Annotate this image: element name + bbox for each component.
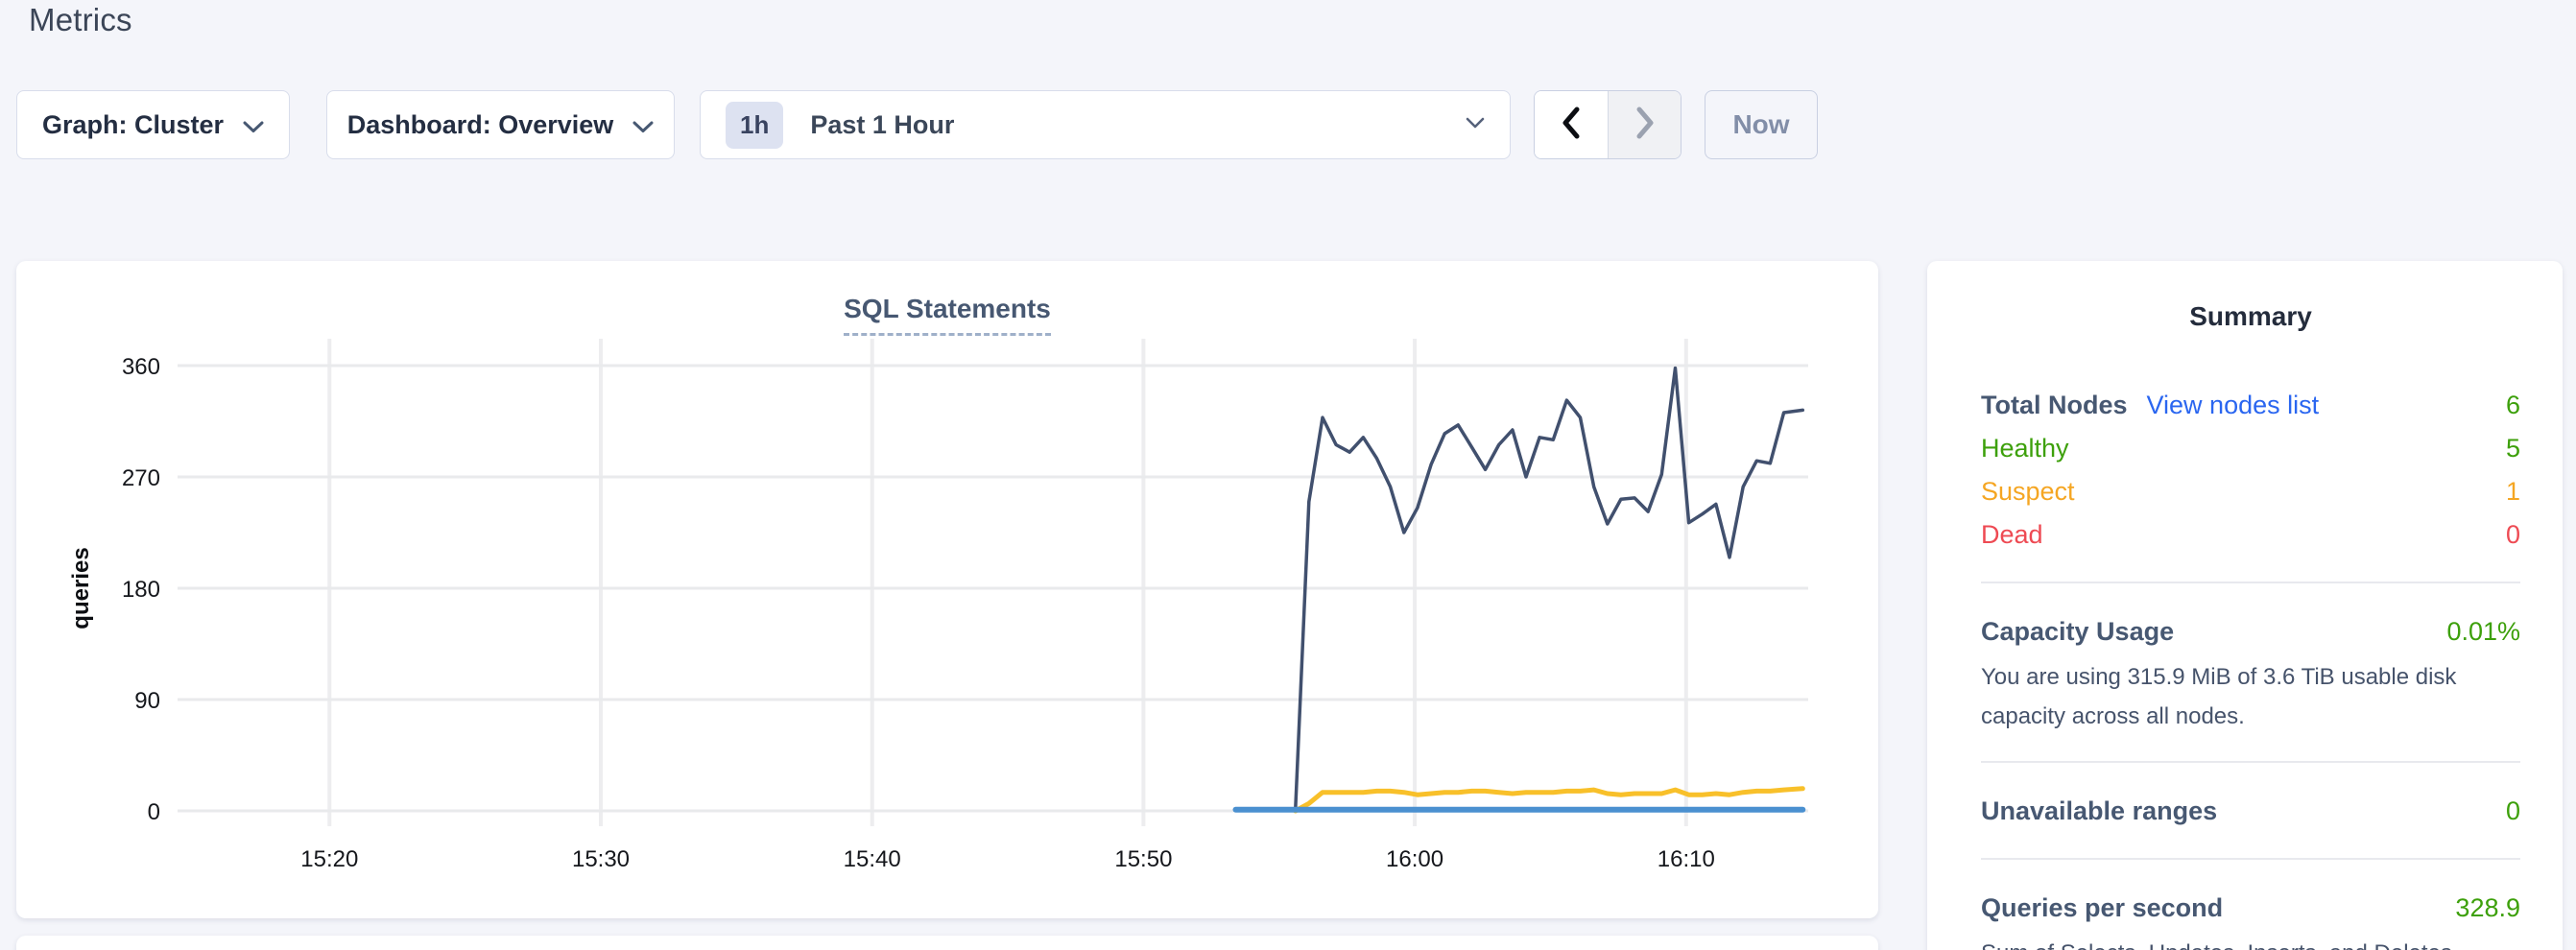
total-nodes-label: Total Nodes (1981, 384, 2128, 427)
sql-statements-chart-card: SQL Statements 0 90 180 270 360 15:20 15:30 15:… (16, 261, 1878, 918)
healthy-value: 5 (2506, 427, 2520, 470)
controls-bar: Graph: Cluster Dashboard: Overview 1h Pa… (16, 90, 1818, 159)
node-status-row: Healthy 5 (1981, 427, 2520, 470)
x-tick-label: 16:10 (1658, 846, 1715, 872)
y-tick-label: 360 (122, 354, 160, 380)
total-nodes-row: Total Nodes View nodes list 6 (1981, 384, 2520, 427)
suspect-label: Suspect (1981, 470, 2075, 513)
unavailable-ranges-label: Unavailable ranges (1981, 790, 2217, 833)
divider (1981, 761, 2520, 763)
previous-timespan-button[interactable] (1535, 91, 1608, 158)
next-timespan-button[interactable] (1608, 91, 1681, 158)
time-step-buttons (1534, 90, 1682, 159)
chevron-down-icon (1466, 116, 1485, 133)
chevron-down-icon (632, 110, 654, 140)
timescale-label: Past 1 Hour (810, 110, 1466, 140)
x-tick-label: 15:40 (844, 846, 901, 872)
unavailable-ranges-value: 0 (2506, 790, 2520, 833)
x-tick-label: 15:20 (300, 846, 358, 872)
summary-panel: Summary Total Nodes View nodes list 6 He… (1927, 261, 2563, 950)
now-button[interactable]: Now (1705, 90, 1818, 159)
chevron-down-icon (243, 110, 264, 140)
graph-dropdown-label: Graph: Cluster (42, 110, 224, 140)
healthy-label: Healthy (1981, 427, 2069, 470)
queries-per-second-description: Sum of Selects, Updates, Inserts, and De… (1981, 934, 2520, 950)
y-tick-label: 270 (122, 465, 160, 491)
capacity-usage-label: Capacity Usage (1981, 610, 2174, 653)
chevron-right-icon (1634, 107, 1656, 144)
sql-statements-chart[interactable]: 0 90 180 270 360 15:20 15:30 15:40 15:50 16:00 16:… (16, 261, 1878, 918)
summary-title: Summary (1981, 301, 2520, 332)
capacity-usage-description: You are using 315.9 MiB of 3.6 TiB usabl… (1981, 657, 2520, 736)
next-chart-card (16, 936, 1878, 950)
suspect-value: 1 (2506, 470, 2520, 513)
y-tick-label: 180 (122, 577, 160, 603)
queries-per-second-section: Queries per second 328.9 Sum of Selects,… (1981, 887, 2520, 950)
total-nodes-value: 6 (2506, 384, 2520, 427)
dead-value: 0 (2506, 513, 2520, 557)
view-nodes-list-link[interactable]: View nodes list (2147, 384, 2320, 427)
y-axis-label: queries (68, 547, 94, 629)
x-tick-label: 15:30 (572, 846, 630, 872)
chevron-left-icon (1561, 107, 1582, 144)
graph-dropdown[interactable]: Graph: Cluster (16, 90, 290, 159)
node-status-row: Dead 0 (1981, 513, 2520, 557)
divider (1981, 858, 2520, 860)
unavailable-ranges-section: Unavailable ranges 0 (1981, 790, 2520, 833)
queries-per-second-value: 328.9 (2455, 887, 2520, 930)
x-tick-label: 15:50 (1114, 846, 1172, 872)
dead-label: Dead (1981, 513, 2043, 557)
chart-title[interactable]: SQL Statements (844, 294, 1051, 336)
timescale-badge: 1h (726, 102, 783, 149)
dashboard-dropdown-label: Dashboard: Overview (347, 110, 614, 140)
x-tick-label: 16:00 (1386, 846, 1443, 872)
node-status-row: Suspect 1 (1981, 470, 2520, 513)
dashboard-dropdown[interactable]: Dashboard: Overview (326, 90, 675, 159)
divider (1981, 582, 2520, 583)
y-tick-label: 0 (148, 799, 160, 825)
page-title: Metrics (29, 2, 132, 38)
y-tick-label: 90 (134, 688, 160, 714)
timescale-selector[interactable]: 1h Past 1 Hour (700, 90, 1511, 159)
capacity-usage-value: 0.01% (2446, 610, 2520, 653)
capacity-usage-section: Capacity Usage 0.01% You are using 315.9… (1981, 610, 2520, 736)
queries-per-second-label: Queries per second (1981, 887, 2223, 930)
